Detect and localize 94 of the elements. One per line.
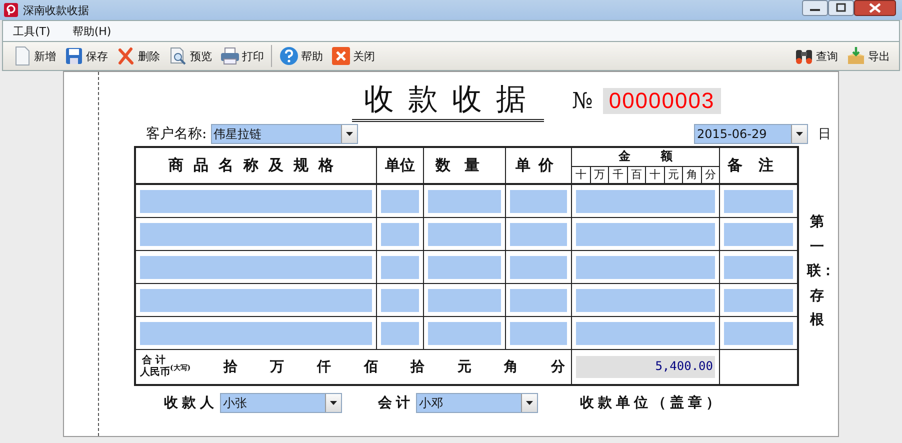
unit-label: 元	[457, 358, 472, 376]
currency-label: 人民币	[140, 367, 170, 379]
caret-icon	[526, 401, 533, 405]
input-field[interactable]	[140, 288, 372, 312]
digit-header: 角	[683, 167, 702, 183]
input-field[interactable]	[381, 256, 419, 278]
digit-header: 元	[664, 167, 683, 183]
input-field[interactable]	[724, 222, 793, 246]
toolbar-button[interactable]: 导出	[843, 44, 893, 68]
accountant-label: 会计	[378, 394, 414, 412]
number-sign: №	[572, 89, 593, 114]
unit-label: 佰	[364, 358, 378, 376]
toolbar-button[interactable]: 保存	[61, 44, 111, 68]
input-field[interactable]	[724, 288, 793, 312]
input-field[interactable]	[428, 190, 501, 212]
input-field[interactable]	[140, 256, 372, 278]
input-field[interactable]	[510, 190, 567, 212]
input-field[interactable]	[724, 256, 793, 278]
accountant-dropdown[interactable]: 小邓	[416, 393, 538, 413]
input-field[interactable]	[381, 222, 419, 246]
unit-label: 拾	[410, 358, 425, 376]
toolbar-button[interactable]: 查询	[791, 44, 841, 68]
input-field[interactable]	[381, 288, 419, 312]
minimize-button[interactable]	[802, 0, 828, 16]
caret-icon	[330, 401, 337, 405]
digit-header: 千	[609, 167, 628, 183]
customer-dropdown[interactable]: 伟星拉链	[210, 124, 358, 144]
input-field[interactable]	[510, 256, 567, 278]
payee-dropdown[interactable]: 小张	[220, 393, 342, 413]
toolbar-button[interactable]: 打印	[217, 44, 267, 68]
caret-icon	[346, 132, 353, 136]
box-arrow-icon	[846, 46, 866, 66]
app-logo-icon	[4, 3, 18, 17]
day-label: 日	[818, 126, 831, 143]
help-icon	[279, 46, 299, 66]
input-field[interactable]	[140, 222, 372, 246]
copy-note: 第一联：存根	[807, 213, 827, 330]
input-field[interactable]	[428, 322, 501, 344]
maximize-button[interactable]	[828, 0, 854, 16]
digit-header: 万	[590, 167, 609, 183]
menu-item[interactable]: 帮助(H)	[72, 24, 112, 38]
digit-header: 分	[704, 167, 717, 183]
input-field[interactable]	[428, 288, 501, 312]
unit-label: 拾	[223, 358, 238, 376]
input-field[interactable]	[576, 256, 715, 278]
input-field[interactable]	[724, 322, 793, 344]
input-field[interactable]	[381, 190, 419, 212]
close-icon	[331, 46, 351, 66]
toolbar-button[interactable]: 删除	[113, 44, 163, 68]
column-header: 商品名称及规格	[168, 156, 344, 175]
payee-label: 收款人	[164, 394, 218, 412]
input-field[interactable]	[428, 222, 501, 246]
printer-icon	[220, 46, 240, 66]
column-header: 数量	[436, 156, 494, 175]
input-field[interactable]	[381, 322, 419, 344]
unit-label: 角	[504, 358, 518, 376]
toolbar-button[interactable]: 帮助	[276, 44, 326, 68]
magnifier-document-icon	[168, 46, 188, 66]
input-field[interactable]	[510, 288, 567, 312]
toolbar-button[interactable]: 预览	[165, 44, 215, 68]
input-field[interactable]	[140, 322, 372, 344]
input-field[interactable]	[140, 190, 372, 212]
column-header: 单位	[385, 156, 415, 175]
toolbar-button[interactable]: 新增	[9, 44, 59, 68]
input-field[interactable]	[576, 288, 715, 312]
input-field[interactable]	[510, 322, 567, 344]
digit-header: 十	[646, 167, 664, 183]
input-field[interactable]	[724, 190, 793, 212]
receipt-number: 00000003	[602, 88, 721, 114]
receipt-title: 收款收据	[364, 82, 540, 117]
input-field[interactable]	[576, 222, 715, 246]
unit-label: 仟	[317, 358, 332, 376]
unit-label: 万	[270, 358, 284, 376]
column-header: 金额	[618, 148, 704, 165]
customer-label: 客户名称:	[146, 125, 207, 143]
digit-header: 十	[572, 167, 590, 183]
input-field[interactable]	[576, 322, 715, 344]
digit-header: 百	[628, 167, 646, 183]
unit-label: 分	[551, 358, 565, 376]
column-header: 备注	[728, 156, 790, 175]
cross-icon	[116, 46, 136, 66]
total-amount: 5,400.00	[576, 356, 715, 378]
input-field[interactable]	[428, 256, 501, 278]
input-field[interactable]	[576, 190, 715, 212]
toolbar-button[interactable]: 关闭	[328, 44, 378, 68]
input-field[interactable]	[510, 222, 567, 246]
payee-unit-label: 收款单位（盖章）	[580, 394, 724, 412]
column-header: 单价	[516, 156, 562, 175]
close-button[interactable]	[854, 0, 896, 16]
caret-icon	[796, 132, 803, 136]
date-dropdown[interactable]: 2015-06-29	[694, 124, 808, 144]
menu-item[interactable]: 工具(T)	[13, 24, 50, 38]
total-label: 合 计	[141, 355, 166, 366]
window-title: 深南收款收据	[23, 2, 89, 18]
